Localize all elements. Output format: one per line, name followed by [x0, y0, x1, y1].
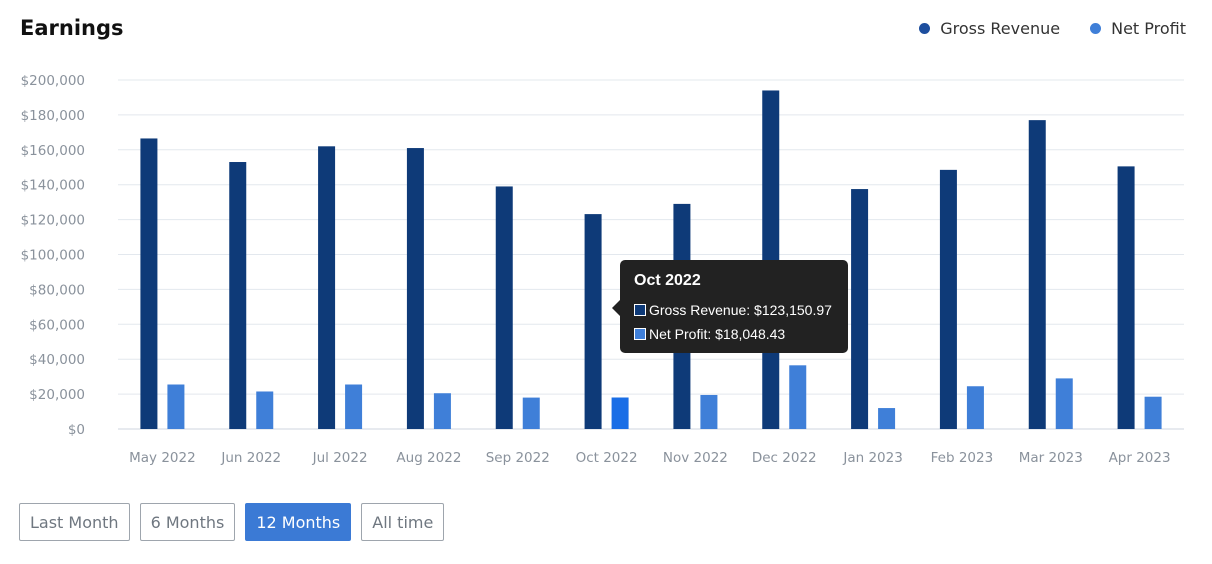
x-tick-label: Mar 2023	[1019, 450, 1083, 466]
chart-tooltip: Oct 2022 Gross Revenue: $123,150.97 Net …	[612, 260, 848, 353]
tooltip-swatch-icon	[634, 328, 646, 340]
bar-net-profit	[700, 394, 718, 429]
tooltip-swatch-icon	[634, 304, 646, 316]
tooltip-row: Gross Revenue: $123,150.97	[634, 298, 834, 322]
bar-net-profit	[789, 365, 807, 429]
filter-all-time-button[interactable]: All time	[361, 503, 445, 541]
x-tick-label: Nov 2022	[663, 450, 728, 466]
bar-gross-revenue	[318, 146, 336, 429]
bar-gross-revenue	[584, 214, 602, 429]
x-tick-label: Dec 2022	[752, 450, 817, 466]
y-tick-label: $100,000	[21, 248, 85, 264]
bar-net-profit	[167, 384, 185, 429]
bar-gross-revenue	[140, 138, 158, 429]
y-tick-label: $200,000	[21, 73, 85, 89]
bar-gross-revenue	[229, 162, 247, 429]
x-tick-label: Sep 2022	[486, 450, 550, 466]
x-tick-label: Feb 2023	[931, 450, 994, 466]
x-tick-label: Aug 2022	[396, 450, 461, 466]
bar-net-profit	[1055, 378, 1073, 429]
y-tick-label: $140,000	[21, 178, 85, 194]
bar-net-profit	[433, 393, 451, 429]
x-tick-label: Jan 2023	[842, 450, 902, 466]
x-tick-label: Jul 2022	[312, 450, 368, 466]
filter-12-months-button[interactable]: 12 Months	[245, 503, 352, 541]
x-tick-label: Apr 2023	[1109, 450, 1171, 466]
filter-6-months-button[interactable]: 6 Months	[139, 503, 236, 541]
earnings-bar-chart: $0 $20,000 $40,000 $60,000 $80,000 $100,000 $1…	[21, 73, 1184, 466]
y-tick-label: $180,000	[21, 108, 85, 124]
tooltip-row-text: Gross Revenue: $123,150.97	[649, 302, 832, 318]
y-tick-label: $160,000	[21, 143, 85, 159]
bar-net-profit	[611, 397, 629, 429]
filter-last-month-button[interactable]: Last Month	[19, 503, 130, 541]
bar-net-profit	[1144, 396, 1162, 429]
bar-gross-revenue	[406, 148, 424, 429]
bar-net-profit	[522, 397, 540, 429]
y-tick-label: $80,000	[29, 282, 85, 298]
bar-net-profit	[345, 384, 363, 429]
bar-gross-revenue	[495, 186, 513, 429]
tooltip-row: Net Profit: $18,048.43	[634, 322, 834, 346]
y-tick-label: $40,000	[29, 352, 85, 368]
x-tick-label: Oct 2022	[576, 450, 638, 466]
x-tick-label: May 2022	[129, 450, 196, 466]
bar-net-profit	[878, 408, 896, 429]
y-tick-label: $0	[68, 422, 85, 438]
tooltip-row-text: Net Profit: $18,048.43	[649, 326, 786, 342]
y-tick-label: $20,000	[29, 387, 85, 403]
y-tick-label: $60,000	[29, 317, 85, 333]
time-range-filters: Last Month 6 Months 12 Months All time	[19, 503, 445, 541]
bar-gross-revenue	[939, 169, 957, 429]
bar-gross-revenue	[1117, 166, 1135, 429]
bar-gross-revenue	[1028, 120, 1046, 429]
bar-net-profit	[966, 386, 984, 429]
bar-gross-revenue	[851, 189, 869, 429]
x-tick-label: Jun 2022	[220, 450, 281, 466]
tooltip-title: Oct 2022	[634, 272, 701, 289]
y-tick-label: $120,000	[21, 213, 85, 229]
bar-net-profit	[256, 391, 274, 429]
